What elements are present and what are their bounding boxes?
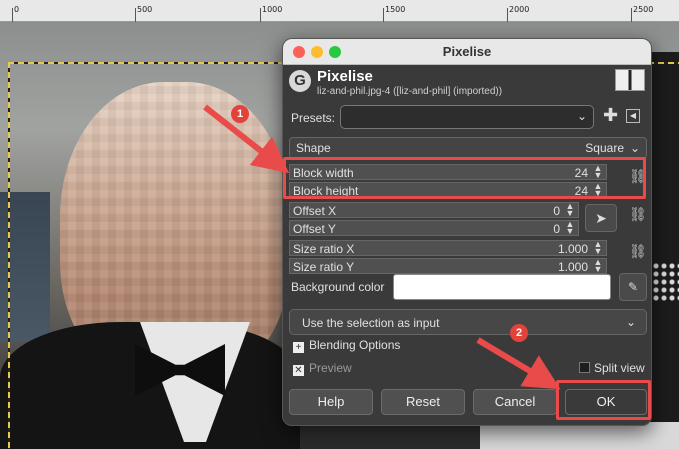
arrow-1 bbox=[203, 104, 290, 174]
arrow-2 bbox=[476, 337, 561, 390]
annotation-arrows bbox=[203, 104, 561, 390]
